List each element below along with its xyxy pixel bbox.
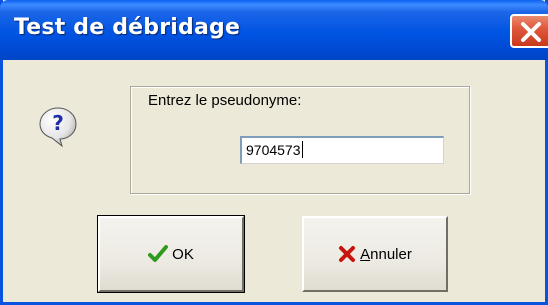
window-title: Test de débridage <box>14 15 241 40</box>
checkmark-icon <box>148 245 169 262</box>
title-bar[interactable]: Test de débridage <box>0 0 548 60</box>
cancel-label-rest: nnuler <box>370 245 412 263</box>
cancel-accelerator: A <box>360 245 371 263</box>
ok-button[interactable]: OK <box>97 215 245 293</box>
close-icon <box>521 22 541 42</box>
close-button[interactable] <box>510 14 548 48</box>
cancel-label: Annuler <box>360 246 412 263</box>
ok-label: OK <box>172 245 194 263</box>
pseudonym-input[interactable]: 9704573 <box>240 136 444 164</box>
cancel-button[interactable]: Annuler <box>302 216 448 292</box>
pseudonym-value: 9704573 <box>246 142 301 158</box>
text-caret <box>301 141 303 158</box>
svg-text:?: ? <box>52 111 64 135</box>
question-icon: ? <box>39 107 77 148</box>
red-x-icon <box>339 246 356 262</box>
prompt-label: Entrez le pseudonyme: <box>148 92 302 109</box>
